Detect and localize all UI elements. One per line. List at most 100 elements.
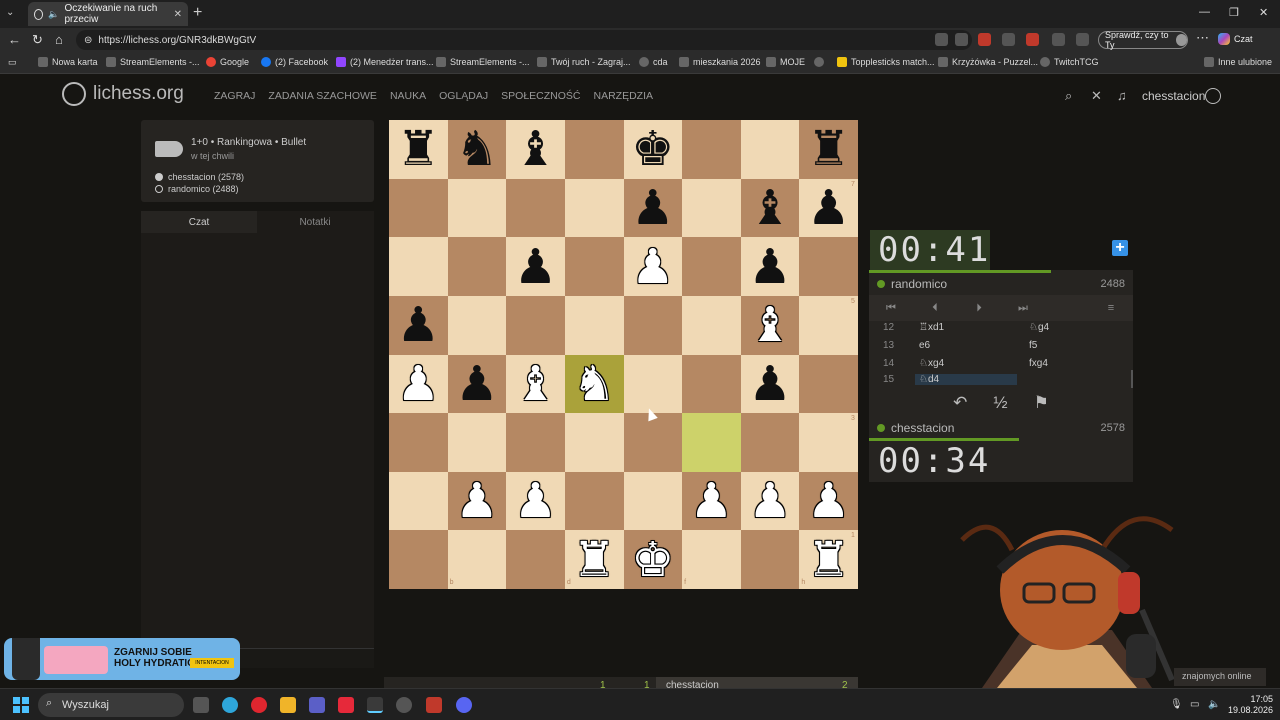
- bookmark-1[interactable]: StreamElements -...: [106, 57, 200, 67]
- teams-icon[interactable]: [309, 697, 325, 713]
- back-icon[interactable]: ←: [8, 32, 21, 47]
- black-player-info[interactable]: randomico (2488): [155, 184, 239, 194]
- white-knight-piece[interactable]: ♞: [565, 355, 624, 414]
- white-pawn-piece[interactable]: ♟: [389, 355, 448, 414]
- square-g3[interactable]: [740, 413, 800, 472]
- bookmark-12[interactable]: TwitchTCG: [1040, 57, 1099, 67]
- black-move[interactable]: f5: [1029, 340, 1037, 351]
- square-e5[interactable]: [623, 295, 683, 355]
- app-icon[interactable]: [426, 697, 442, 713]
- extensions-icon[interactable]: [1002, 33, 1015, 46]
- new-tab-icon[interactable]: +: [193, 4, 202, 22]
- square-e4[interactable]: [623, 354, 683, 414]
- bookmark-11[interactable]: Krzyżówka - Puzzel...: [938, 57, 1038, 67]
- square-f3[interactable]: [682, 413, 741, 472]
- square-d7[interactable]: [564, 178, 624, 238]
- square-d6[interactable]: [564, 237, 624, 296]
- white-move[interactable]: ♖xd1: [919, 322, 944, 333]
- minimize-icon[interactable]: —: [1199, 6, 1210, 18]
- close-tab-icon[interactable]: ✕: [174, 9, 182, 20]
- bookmark-7[interactable]: cda: [639, 57, 668, 67]
- discord-icon[interactable]: [456, 697, 472, 713]
- bookmark-2[interactable]: Google: [206, 57, 249, 67]
- square-a3[interactable]: [389, 413, 448, 472]
- task-view-icon[interactable]: [193, 697, 209, 713]
- network-icon[interactable]: ▭: [1190, 699, 1199, 710]
- tab-notes[interactable]: Notatki: [257, 211, 373, 233]
- moves-scrollbar[interactable]: [1131, 370, 1133, 388]
- copilot-button[interactable]: Czat: [1218, 33, 1253, 45]
- square-d5[interactable]: [564, 295, 624, 355]
- bookmark-6[interactable]: Twój ruch - Zagraj...: [537, 57, 631, 67]
- square-b5[interactable]: [447, 295, 507, 355]
- white-pawn-piece[interactable]: ♟: [506, 472, 565, 531]
- opera-icon[interactable]: [1026, 33, 1039, 46]
- user-icon[interactable]: [1205, 88, 1221, 104]
- tab-list-icon[interactable]: ⌄: [6, 7, 14, 18]
- adblock-icon[interactable]: [978, 33, 991, 46]
- tab-actions-icon[interactable]: ▭: [8, 57, 17, 68]
- menu-icon[interactable]: ≡: [1089, 302, 1133, 314]
- square-d8[interactable]: [564, 120, 624, 179]
- square-f1[interactable]: [682, 530, 741, 589]
- bookmark-10[interactable]: Topplesticks match...: [837, 57, 935, 67]
- friends-online-button[interactable]: znajomych online: [1174, 668, 1266, 686]
- first-move-icon[interactable]: ⏮: [869, 302, 913, 315]
- white-bishop-piece[interactable]: ♝: [506, 355, 565, 414]
- system-clock[interactable]: 17:05 19.08.2026: [1228, 694, 1273, 716]
- more-icon[interactable]: ⋯: [1196, 30, 1209, 46]
- square-c3[interactable]: [506, 413, 565, 472]
- nav-learn[interactable]: NAUKA: [390, 90, 426, 102]
- square-f7[interactable]: [682, 178, 741, 238]
- square-g8[interactable]: [740, 120, 800, 179]
- lichess-taskbar-icon[interactable]: [367, 697, 383, 713]
- notification-bell-icon[interactable]: ♫: [1117, 88, 1127, 103]
- white-pawn-piece[interactable]: ♟: [741, 472, 800, 531]
- add-time-icon[interactable]: +: [1112, 240, 1128, 256]
- white-bishop-piece[interactable]: ♝: [741, 296, 800, 355]
- square-e3[interactable]: [623, 413, 683, 472]
- home-icon[interactable]: ⌂: [55, 32, 63, 47]
- nav-community[interactable]: SPOŁECZNOŚĆ: [501, 90, 580, 102]
- square-f8[interactable]: [682, 120, 741, 179]
- nav-play[interactable]: ZAGRAJ: [214, 90, 255, 102]
- taskbar-search[interactable]: ⌕ Wyszukaj: [38, 693, 184, 717]
- site-info-icon[interactable]: ⊜: [84, 35, 92, 46]
- opera-icon[interactable]: [251, 697, 267, 713]
- white-rook-piece[interactable]: ♜: [565, 530, 624, 589]
- mic-icon[interactable]: 🎙: [1170, 699, 1183, 710]
- white-pawn-piece[interactable]: ♟: [448, 472, 507, 531]
- square-b6[interactable]: [447, 237, 507, 296]
- square-d2[interactable]: [564, 471, 624, 531]
- prev-move-icon[interactable]: ⏴: [913, 302, 957, 315]
- square-a1[interactable]: [389, 530, 448, 589]
- offer-draw-icon[interactable]: ½: [993, 393, 1007, 413]
- square-f6[interactable]: [682, 237, 741, 296]
- square-b7[interactable]: [447, 178, 507, 238]
- white-pawn-piece[interactable]: ♟: [624, 237, 683, 296]
- browser-tab[interactable]: 🔈 Oczekiwanie na ruch przeciw ✕: [28, 2, 188, 26]
- white-king-piece[interactable]: ♚: [624, 530, 683, 589]
- square-b3[interactable]: [447, 413, 507, 472]
- history-icon[interactable]: [1076, 33, 1089, 46]
- square-a7[interactable]: [389, 178, 448, 238]
- square-h4[interactable]: [799, 354, 858, 414]
- challenge-icon[interactable]: ✕: [1091, 88, 1102, 104]
- square-d3[interactable]: [564, 413, 624, 472]
- bookmark-8[interactable]: mieszkania 2026: [679, 57, 761, 67]
- square-g1[interactable]: [740, 530, 800, 589]
- square-h3[interactable]: [799, 413, 858, 472]
- nav-watch[interactable]: OGLĄDAJ: [439, 90, 488, 102]
- bookmark-9[interactable]: MOJE: [766, 57, 805, 67]
- white-pawn-piece[interactable]: ♟: [682, 472, 741, 531]
- square-e2[interactable]: [623, 471, 683, 531]
- white-player-info[interactable]: chesstacion (2578): [155, 172, 244, 182]
- square-f5[interactable]: [682, 295, 741, 355]
- bookmark-4[interactable]: (2) Menedżer trans...: [336, 57, 434, 67]
- site-logo[interactable]: lichess.org: [62, 82, 184, 106]
- square-c5[interactable]: [506, 295, 565, 355]
- search-icon[interactable]: ⌕: [1065, 88, 1072, 104]
- speaker-icon[interactable]: 🔈: [48, 9, 59, 20]
- square-c1[interactable]: [506, 530, 565, 589]
- square-b1[interactable]: [447, 530, 507, 589]
